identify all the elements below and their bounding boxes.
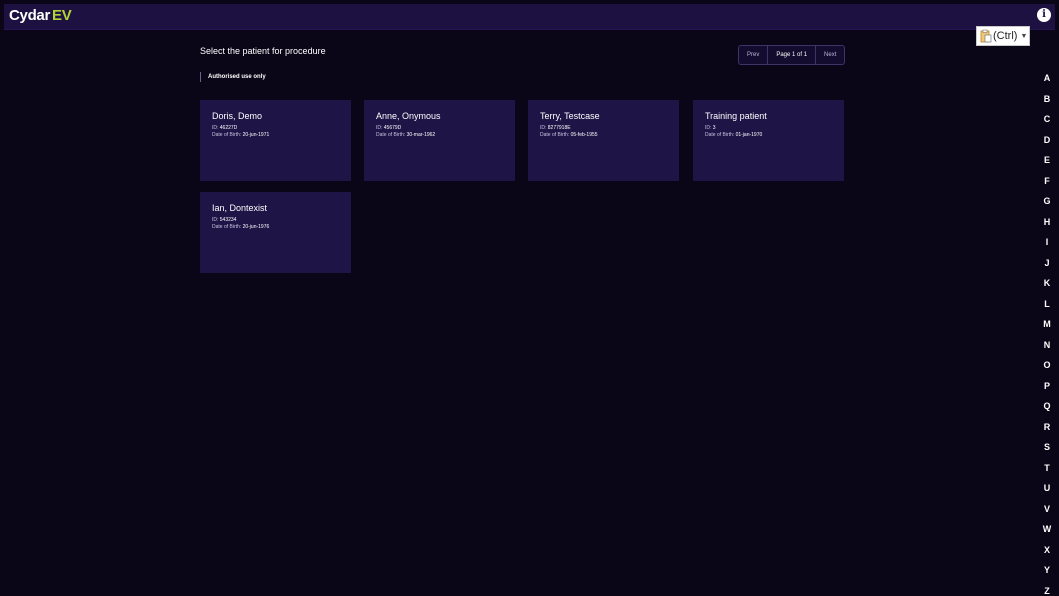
next-page-button[interactable]: Next	[816, 46, 844, 64]
patient-card-ian-dontexist[interactable]: Ian, Dontexist ID: 543234 Date of Birth:…	[200, 192, 351, 273]
app-logo: Cydar EV	[9, 7, 72, 24]
patient-id: ID: 46227D	[212, 125, 238, 131]
patient-dob: Date of Birth: 01-jan-1970	[705, 132, 763, 138]
paste-options-button[interactable]: (Ctrl) ▼	[976, 26, 1030, 46]
alphabet-letter-p[interactable]: P	[1040, 381, 1054, 391]
alphabet-letter-o[interactable]: O	[1040, 360, 1054, 370]
alphabet-letter-v[interactable]: V	[1040, 504, 1054, 514]
page-indicator: Page 1 of 1	[767, 46, 817, 64]
info-icon[interactable]: i	[1037, 8, 1051, 22]
patient-card-doris-demo[interactable]: Doris, Demo ID: 46227D Date of Birth: 20…	[200, 100, 351, 181]
patient-card-terry-testcase[interactable]: Terry, Testcase ID: 8277918E Date of Bir…	[528, 100, 679, 181]
patient-dob: Date of Birth: 30-mar-1962	[376, 132, 436, 138]
alphabet-letter-m[interactable]: M	[1040, 319, 1054, 329]
patient-dob: Date of Birth: 20-jun-1976	[212, 224, 270, 230]
patient-name: Training patient	[705, 111, 767, 121]
alphabet-letter-a[interactable]: A	[1040, 73, 1054, 83]
authorised-notice: Authorised use only	[200, 72, 266, 82]
alphabet-letter-q[interactable]: Q	[1040, 401, 1054, 411]
app-frame: Cydar EV i Select the patient for procedu…	[4, 4, 1055, 596]
alphabet-letter-f[interactable]: F	[1040, 176, 1054, 186]
patient-id: ID: 45679D	[376, 125, 402, 131]
alphabet-letter-s[interactable]: S	[1040, 442, 1054, 452]
logo-main: Cydar	[9, 7, 51, 24]
page-title: Select the patient for procedure	[200, 46, 326, 56]
alphabet-letter-w[interactable]: W	[1040, 524, 1054, 534]
patient-card-anne-onymous[interactable]: Anne, Onymous ID: 45679D Date of Birth: …	[364, 100, 515, 181]
alphabet-letter-i[interactable]: I	[1040, 237, 1054, 247]
alphabet-letter-e[interactable]: E	[1040, 155, 1054, 165]
alphabet-letter-n[interactable]: N	[1040, 340, 1054, 350]
alphabet-letter-x[interactable]: X	[1040, 545, 1054, 555]
patient-id: ID: 3	[705, 125, 716, 131]
patient-name: Anne, Onymous	[376, 111, 441, 121]
paste-icon	[980, 29, 992, 43]
alphabet-letter-h[interactable]: H	[1040, 217, 1054, 227]
alphabet-letter-d[interactable]: D	[1040, 135, 1054, 145]
pagination: Prev Page 1 of 1 Next	[738, 45, 846, 65]
chevron-down-icon: ▼	[1020, 32, 1028, 40]
alphabet-letter-u[interactable]: U	[1040, 483, 1054, 493]
prev-page-button[interactable]: Prev	[739, 46, 767, 64]
patient-name: Doris, Demo	[212, 111, 263, 121]
alphabet-letter-c[interactable]: C	[1040, 114, 1054, 124]
patient-id: ID: 8277918E	[540, 125, 571, 131]
alphabet-letter-g[interactable]: G	[1040, 196, 1054, 206]
alphabet-letter-r[interactable]: R	[1040, 422, 1054, 432]
patient-name: Ian, Dontexist	[212, 203, 268, 213]
alphabet-letter-k[interactable]: K	[1040, 278, 1054, 288]
alphabet-letter-t[interactable]: T	[1040, 463, 1054, 473]
patient-card-training-patient[interactable]: Training patient ID: 3 Date of Birth: 01…	[693, 100, 844, 181]
alphabet-letter-j[interactable]: J	[1040, 258, 1054, 268]
top-bar: Cydar EV i	[4, 4, 1055, 30]
patient-dob: Date of Birth: 05-feb-1955	[540, 132, 598, 138]
alphabet-letter-z[interactable]: Z	[1040, 586, 1054, 596]
alphabet-letter-y[interactable]: Y	[1040, 565, 1054, 575]
patient-name: Terry, Testcase	[540, 111, 600, 121]
patient-id: ID: 543234	[212, 217, 237, 223]
alphabet-letter-l[interactable]: L	[1040, 299, 1054, 309]
logo-accent: EV	[52, 7, 72, 24]
alphabet-letter-b[interactable]: B	[1040, 94, 1054, 104]
paste-label: (Ctrl)	[993, 30, 1018, 42]
patient-dob: Date of Birth: 20-jun-1971	[212, 132, 270, 138]
